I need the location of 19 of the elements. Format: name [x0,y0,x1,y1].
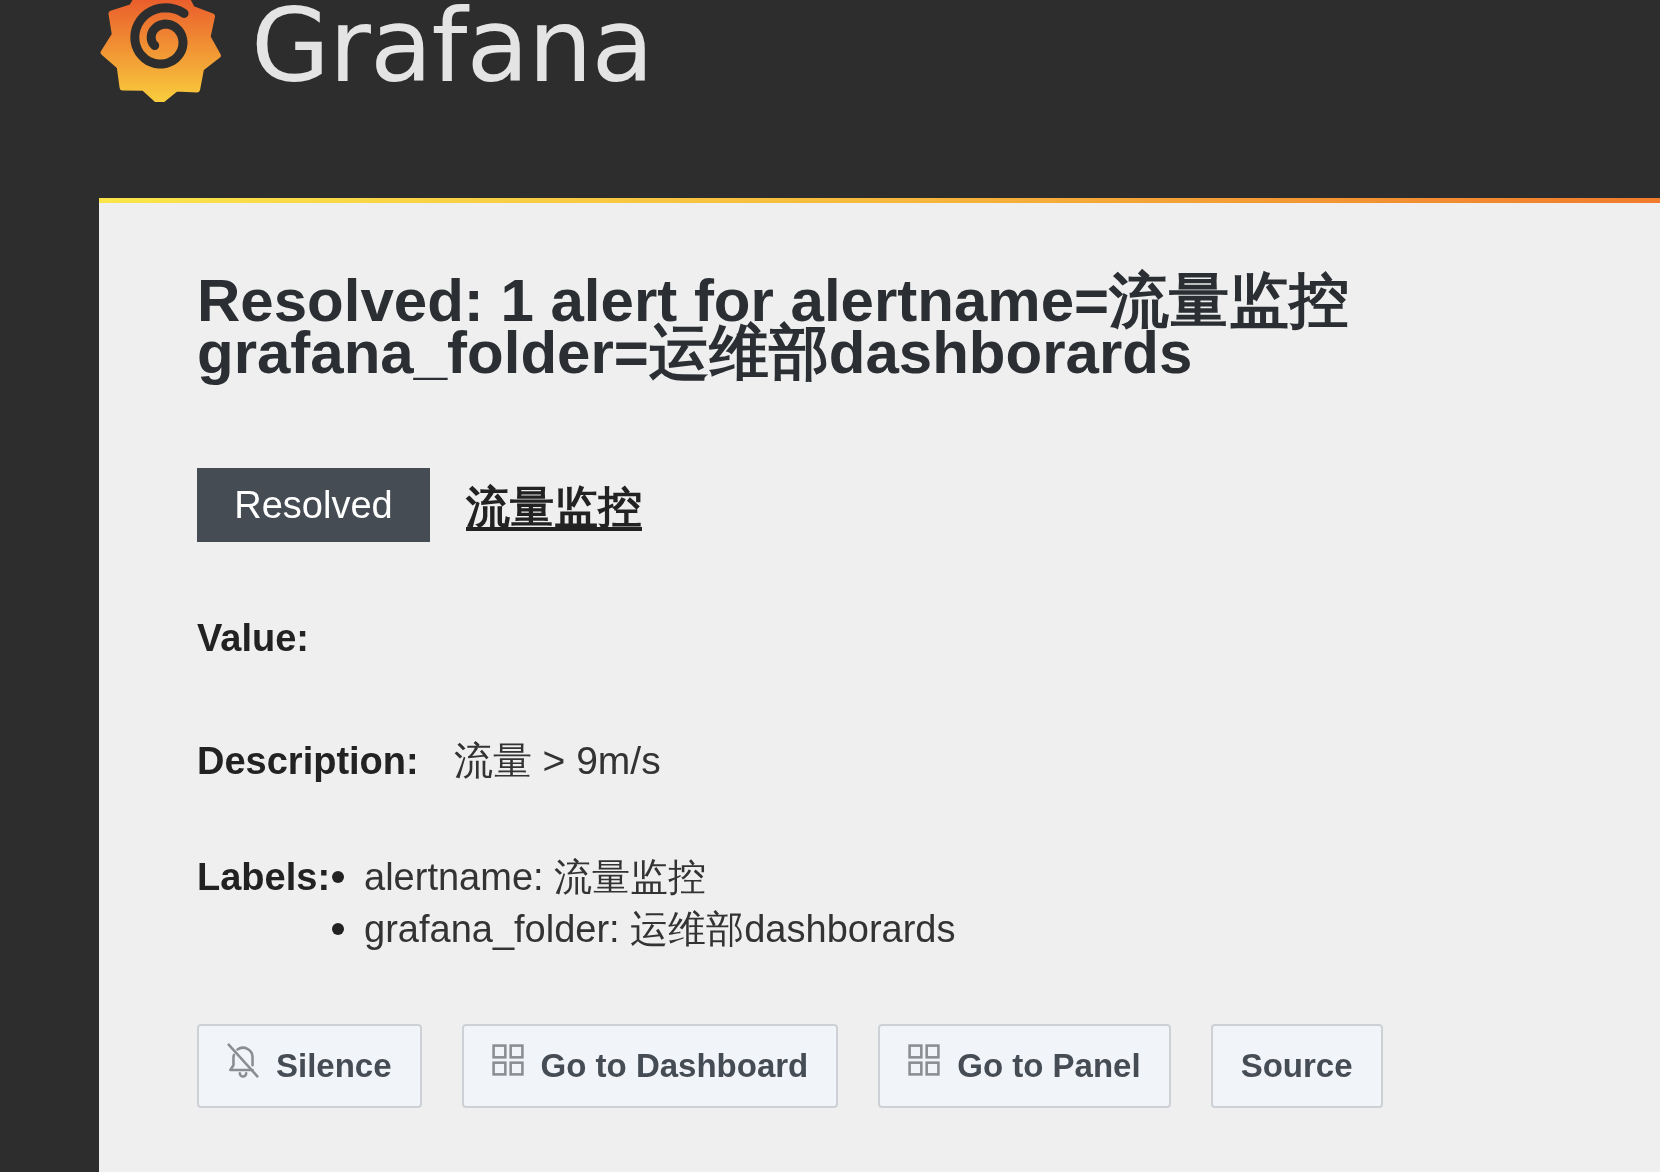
rule-link[interactable]: 流量监控 [466,477,642,537]
action-button[interactable]: Source [1210,1024,1383,1108]
bell-off-icon [227,1042,259,1078]
bullet-icon [332,923,345,935]
status-badge: Resolved [197,468,430,542]
grid-icon [908,1044,941,1076]
logo-text: Grafana [251,0,654,92]
action-button[interactable]: Go to Panel [878,1024,1171,1108]
field-value: 流量 > 9m/s [453,738,661,784]
action-button[interactable]: Silence [197,1024,422,1108]
bullet-icon [332,871,345,883]
field-label: Description: [197,739,419,784]
grid-icon [491,1044,524,1076]
field-label: Labels: [197,855,331,900]
alert-title: Resolved: 1 alert for alertname=流量监控 grafana_folder=运维部dashborards [197,266,1351,388]
action-button[interactable]: Go to Dashboard [461,1024,839,1108]
label-item: alertname: 流量监控 [364,855,707,900]
field-label: Value: [197,616,309,661]
label-item: grafana_folder: 运维部dashborards [364,907,956,952]
